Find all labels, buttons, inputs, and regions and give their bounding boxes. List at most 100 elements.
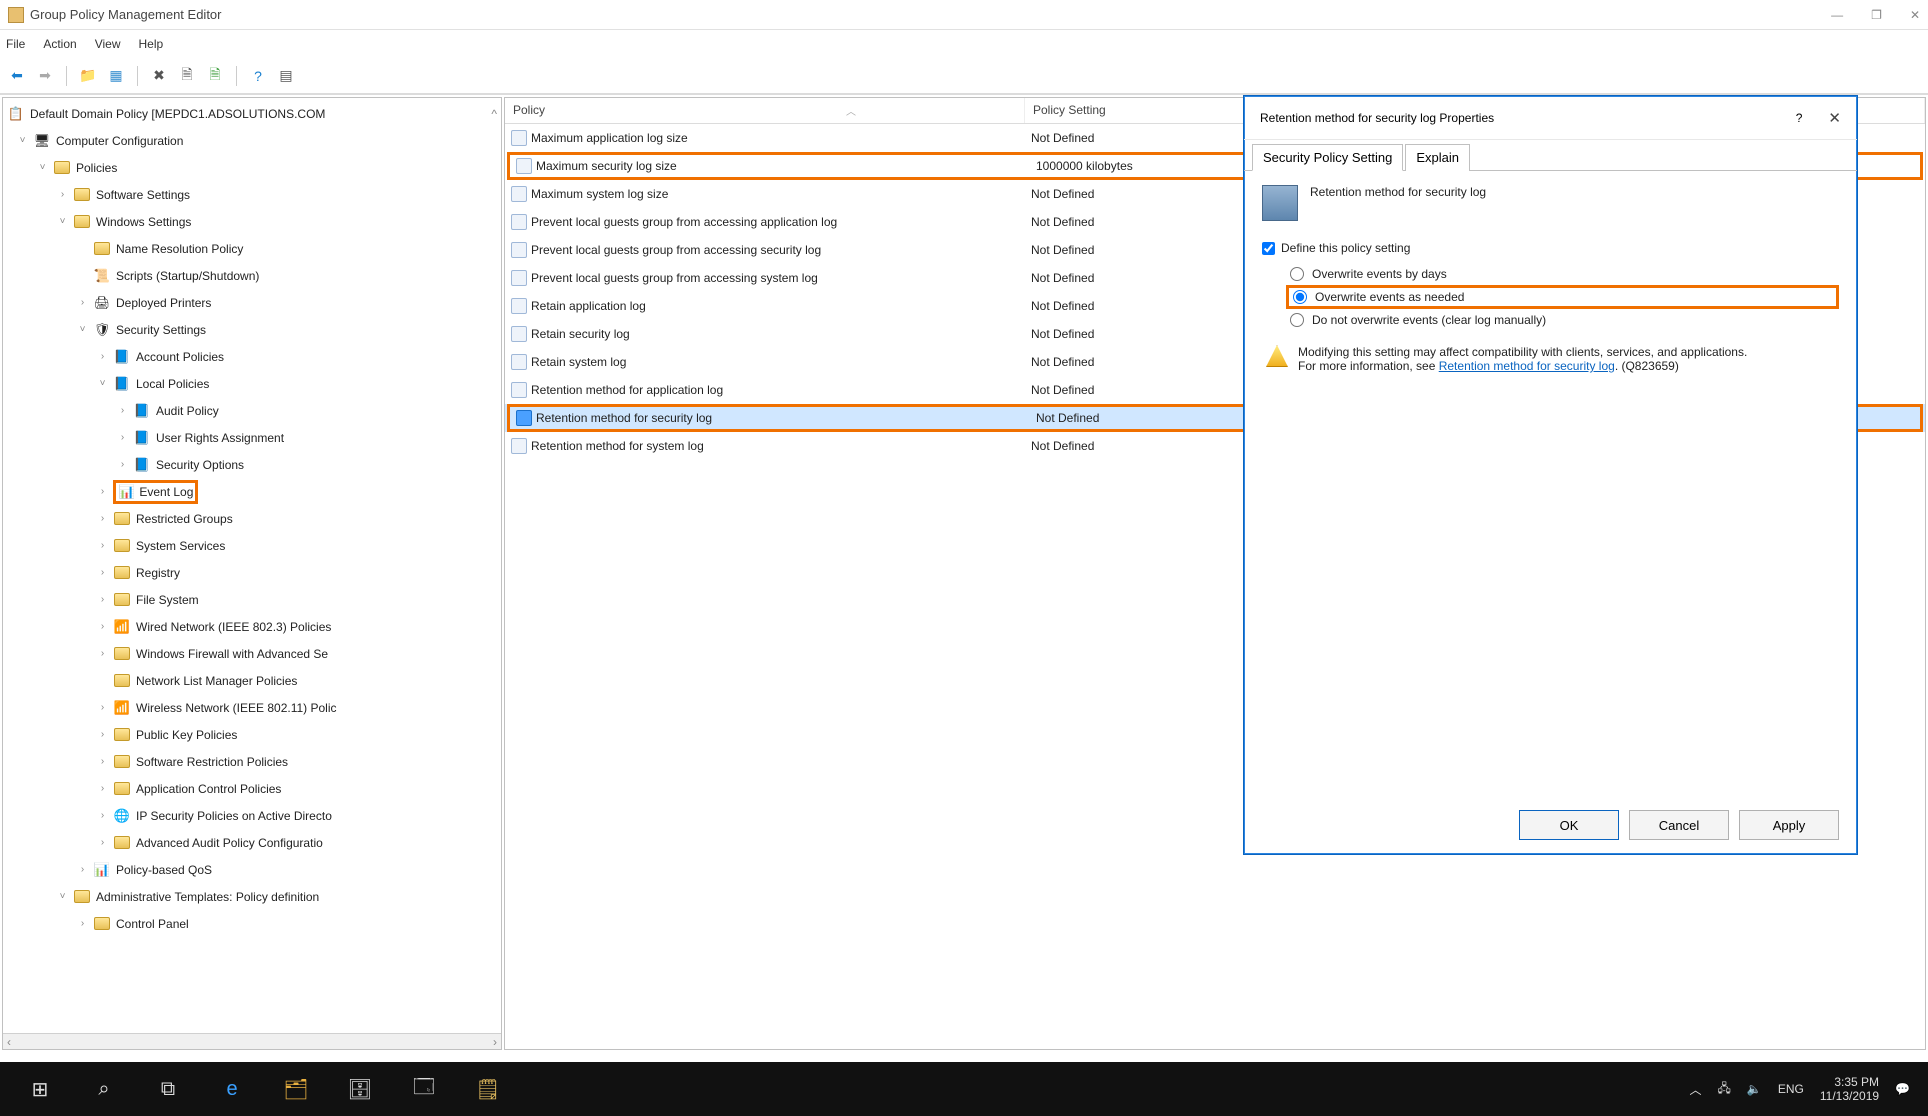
scripts-icon: 📜 (93, 267, 111, 285)
tab-security-policy-setting[interactable]: Security Policy Setting (1252, 144, 1403, 171)
menu-help[interactable]: Help (139, 37, 164, 51)
delete-button[interactable]: ✖ (148, 65, 170, 87)
volume-tray-icon[interactable]: 🔈 (1747, 1082, 1762, 1096)
maximize-button[interactable]: ❐ (1871, 8, 1882, 22)
clock[interactable]: 3:35 PM 11/13/2019 (1820, 1075, 1879, 1104)
tree-deployed[interactable]: Deployed Printers (116, 296, 211, 310)
taskbar: ⊞ ⌕ ⧉ e 🗂 🗄 🗔 🗒 ︿ 🖧 🔈 ENG 3:35 PM 11/13/… (0, 1062, 1928, 1116)
close-button[interactable]: ✕ (1910, 8, 1920, 22)
clock-date: 11/13/2019 (1820, 1089, 1879, 1103)
tree-firewall[interactable]: Windows Firewall with Advanced Se (136, 647, 328, 661)
gpmc-taskbar-icon[interactable]: 🗔 (392, 1062, 456, 1116)
tree-ura[interactable]: User Rights Assignment (156, 431, 284, 445)
policy-item-icon (511, 130, 527, 146)
warning-link[interactable]: Retention method for security log (1439, 359, 1615, 373)
folder-icon (114, 593, 130, 606)
ok-button[interactable]: OK (1519, 810, 1619, 840)
tree-accpol[interactable]: Account Policies (136, 350, 224, 364)
help-button[interactable]: ? (247, 65, 269, 87)
forward-button[interactable]: ➡ (34, 65, 56, 87)
folder-icon (114, 566, 130, 579)
menu-view[interactable]: View (95, 37, 121, 51)
policy-item-icon (511, 354, 527, 370)
tree-appctrl[interactable]: Application Control Policies (136, 782, 281, 796)
folder-icon (114, 647, 130, 660)
tree-policies[interactable]: Policies (76, 161, 117, 175)
help-button[interactable]: ? (1796, 111, 1803, 125)
window-title: Group Policy Management Editor (30, 7, 221, 22)
apply-button[interactable]: Apply (1739, 810, 1839, 840)
tree-wireless[interactable]: Wireless Network (IEEE 802.11) Polic (136, 701, 337, 715)
tree-filesys[interactable]: File System (136, 593, 199, 607)
tree-ipsec[interactable]: IP Security Policies on Active Directo (136, 809, 332, 823)
overwrite-as-needed-radio[interactable] (1293, 290, 1307, 304)
ie-icon[interactable]: e (200, 1062, 264, 1116)
tray-chevron-icon[interactable]: ︿ (1690, 1081, 1702, 1098)
tree-pubkey[interactable]: Public Key Policies (136, 728, 237, 742)
back-button[interactable]: ⬅ (6, 65, 28, 87)
server-manager-icon[interactable]: 🗄 (328, 1062, 392, 1116)
policy-item-icon (511, 270, 527, 286)
tree-netlist[interactable]: Network List Manager Policies (136, 674, 297, 688)
policy-item-icon (511, 438, 527, 454)
explorer-icon[interactable]: 🗂 (264, 1062, 328, 1116)
eventlog-icon: 📊 (118, 483, 136, 501)
menu-action[interactable]: Action (43, 37, 76, 51)
minimize-button[interactable]: — (1831, 8, 1843, 22)
language-indicator[interactable]: ENG (1778, 1082, 1804, 1096)
search-button[interactable]: ⌕ (72, 1062, 136, 1116)
show-hide-tree-button[interactable]: ▦ (105, 65, 127, 87)
start-button[interactable]: ⊞ (8, 1062, 72, 1116)
folder-icon (114, 728, 130, 741)
tree-registry[interactable]: Registry (136, 566, 180, 580)
warning-text-1: Modifying this setting may affect compat… (1298, 345, 1747, 359)
tree-eventlog[interactable]: Event Log (139, 485, 193, 499)
notepad-icon[interactable]: 🗒 (456, 1062, 520, 1116)
folder-icon (74, 188, 90, 201)
tree-restricted[interactable]: Restricted Groups (136, 512, 233, 526)
properties-button[interactable]: 🗎 (176, 65, 198, 87)
do-not-overwrite-radio[interactable] (1290, 313, 1304, 327)
tab-explain[interactable]: Explain (1405, 144, 1470, 171)
overwrite-by-days-radio[interactable] (1290, 267, 1304, 281)
policy-name: Maximum application log size (531, 131, 688, 145)
tree-hscrollbar[interactable]: ‹› (3, 1033, 501, 1049)
folder-icon (114, 674, 130, 687)
warning-icon (1266, 345, 1288, 367)
tree-localpol[interactable]: Local Policies (136, 377, 209, 391)
tree-cpanel[interactable]: Control Panel (116, 917, 189, 931)
task-view-button[interactable]: ⧉ (136, 1062, 200, 1116)
tree-scripts[interactable]: Scripts (Startup/Shutdown) (116, 269, 259, 283)
menu-file[interactable]: File (6, 37, 25, 51)
up-button[interactable]: 📁 (77, 65, 99, 87)
highlight-box: Overwrite events as needed (1286, 285, 1839, 309)
tree-root[interactable]: Default Domain Policy [MEPDC1.ADSOLUTION… (30, 107, 325, 121)
main-area: 📋Default Domain Policy [MEPDC1.ADSOLUTIO… (0, 94, 1928, 1052)
tree-audit[interactable]: Audit Policy (156, 404, 219, 418)
folder-icon (114, 782, 130, 795)
tree-advaudit[interactable]: Advanced Audit Policy Configuratio (136, 836, 323, 850)
tree-secopt[interactable]: Security Options (156, 458, 244, 472)
tree-softrestrict[interactable]: Software Restriction Policies (136, 755, 288, 769)
tree-computercfg[interactable]: Computer Configuration (56, 134, 183, 148)
cancel-button[interactable]: Cancel (1629, 810, 1729, 840)
tree-softset[interactable]: Software Settings (96, 188, 190, 202)
tree-secset[interactable]: Security Settings (116, 323, 206, 337)
tree-admtpl[interactable]: Administrative Templates: Policy definit… (96, 890, 319, 904)
close-icon[interactable]: ✕ (1828, 109, 1841, 127)
tree-winset[interactable]: Windows Settings (96, 215, 191, 229)
filter-button[interactable]: ▤ (275, 65, 297, 87)
tree[interactable]: 📋Default Domain Policy [MEPDC1.ADSOLUTIO… (3, 98, 501, 1033)
define-policy-checkbox[interactable] (1262, 242, 1275, 255)
menu-bar: File Action View Help (0, 30, 1928, 58)
notifications-icon[interactable]: 💬 (1895, 1082, 1910, 1096)
col-policy-header[interactable]: Policy︿ (505, 98, 1025, 123)
tree-nameres[interactable]: Name Resolution Policy (116, 242, 243, 256)
highlight-box: 📊 Event Log (113, 480, 198, 504)
network-tray-icon[interactable]: 🖧 (1718, 1079, 1731, 1100)
export-button[interactable]: 🗎 (204, 65, 226, 87)
tree-syssvc[interactable]: System Services (136, 539, 225, 553)
tree-qos[interactable]: Policy-based QoS (116, 863, 212, 877)
tree-wired[interactable]: Wired Network (IEEE 802.3) Policies (136, 620, 331, 634)
ipsec-icon: 🌐 (113, 807, 131, 825)
